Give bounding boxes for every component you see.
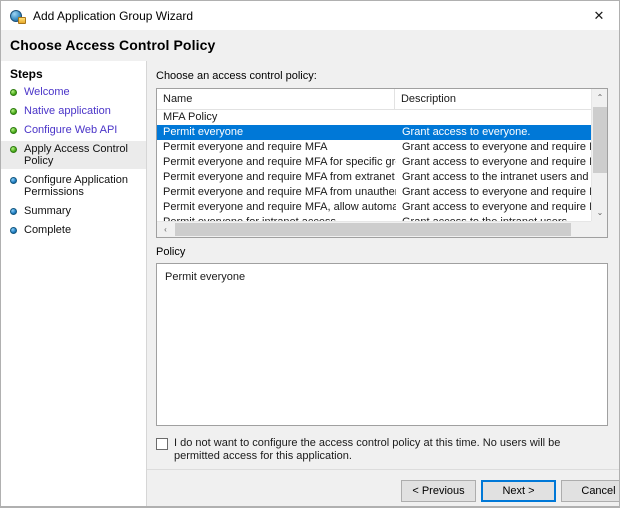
cell-description: Grant access to the intranet users and r…	[402, 171, 592, 183]
cancel-button[interactable]: Cancel	[561, 480, 619, 502]
body-area: Steps Welcome Native application Configu…	[1, 61, 619, 469]
table-row[interactable]: Permit everyone and require MFA Grant ac…	[157, 140, 592, 155]
scroll-left-icon[interactable]: ‹	[157, 222, 174, 237]
policy-group-label: Policy	[156, 246, 186, 258]
list-rows: MFA Policy Permit everyone Grant access …	[157, 110, 592, 222]
sidebar-item-configure-web-api[interactable]: Configure Web API	[1, 122, 146, 138]
cell-description: Grant access to everyone.	[402, 126, 531, 138]
scroll-up-icon[interactable]: ⌃	[592, 89, 607, 106]
horizontal-scrollbar-thumb[interactable]	[175, 223, 571, 236]
step-bullet-icon	[10, 208, 17, 215]
policy-list-view[interactable]: Name Description MFA Policy Permit every…	[156, 88, 608, 238]
title-bar: Add Application Group Wizard ✕	[1, 1, 619, 30]
step-bullet-icon	[10, 108, 17, 115]
column-header-name[interactable]: Name	[157, 89, 395, 110]
step-bullet-icon	[10, 177, 17, 184]
footer-sidebar-filler	[1, 469, 147, 507]
cell-description	[396, 110, 592, 125]
sidebar-item-label: Apply Access Control Policy	[24, 143, 128, 167]
cell-description: Grant access to everyone and require MFA…	[402, 156, 592, 168]
sidebar-item-apply-access-control-policy[interactable]: Apply Access Control Policy	[1, 141, 146, 169]
cell-description: Grant access to everyone and require MFA…	[402, 201, 592, 213]
steps-sidebar: Steps Welcome Native application Configu…	[1, 61, 147, 469]
table-row[interactable]: Permit everyone Grant access to everyone…	[157, 125, 592, 140]
skip-policy-checkbox[interactable]	[156, 438, 168, 450]
sidebar-item-label: Native application	[24, 105, 111, 117]
window-bottom-edge	[1, 506, 619, 507]
sidebar-item-complete[interactable]: Complete	[1, 222, 146, 238]
policy-detail-text: Permit everyone	[165, 271, 246, 283]
wizard-window: Add Application Group Wizard ✕ Choose Ac…	[0, 0, 620, 508]
skip-policy-checkbox-label: I do not want to configure the access co…	[174, 437, 561, 462]
step-bullet-icon	[10, 227, 17, 234]
sidebar-item-label: Welcome	[24, 86, 70, 98]
scrollbar-corner	[591, 221, 607, 237]
steps-heading: Steps	[10, 67, 43, 81]
sidebar-item-summary[interactable]: Summary	[1, 203, 146, 219]
sidebar-item-label: Summary	[24, 205, 72, 217]
step-bullet-icon	[10, 127, 17, 134]
sidebar-item-configure-application-permissions[interactable]: Configure Application Permissions	[1, 172, 146, 200]
sidebar-item-label: Complete	[24, 224, 72, 236]
cell-name: Permit everyone and require MFA	[163, 141, 328, 153]
cell-name: MFA Policy	[163, 111, 218, 123]
sidebar-item-welcome[interactable]: Welcome	[1, 84, 146, 100]
list-caption: Choose an access control policy:	[156, 70, 317, 82]
sidebar-item-label: Configure Web API	[24, 124, 118, 136]
previous-button[interactable]: < Previous	[401, 480, 476, 502]
table-row[interactable]: Permit everyone and require MFA for spec…	[157, 155, 592, 170]
sidebar-item-native-application[interactable]: Native application	[1, 103, 146, 119]
vertical-scrollbar-thumb[interactable]	[593, 107, 607, 173]
close-icon[interactable]: ✕	[577, 1, 619, 30]
list-header: Name Description	[157, 89, 607, 110]
scroll-down-icon[interactable]: ⌄	[592, 204, 607, 221]
skip-policy-checkbox-row[interactable]: I do not want to configure the access co…	[156, 437, 612, 463]
footer-bar: < Previous Next > Cancel	[147, 469, 619, 507]
cell-name: Permit everyone and require MFA, allow a…	[163, 201, 396, 213]
vertical-scrollbar[interactable]: ⌃ ⌄	[591, 89, 607, 237]
content-panel: Choose an access control policy: Name De…	[147, 61, 619, 469]
cell-description: Grant access to everyone and require MFA…	[402, 141, 592, 153]
next-button[interactable]: Next >	[481, 480, 556, 502]
cell-name: Permit everyone and require MFA from una…	[163, 186, 396, 198]
cell-name: Permit everyone	[163, 126, 244, 138]
cell-description: Grant access to everyone and require MFA…	[402, 186, 592, 198]
window-title: Add Application Group Wizard	[33, 8, 194, 23]
cell-name: Permit everyone and require MFA for spec…	[163, 156, 396, 168]
cell-name: Permit everyone and require MFA from ext…	[163, 171, 396, 183]
column-header-description[interactable]: Description	[395, 89, 591, 110]
step-bullet-icon	[10, 146, 17, 153]
page-title: Choose Access Control Policy	[10, 37, 216, 53]
horizontal-scrollbar[interactable]: ‹ ›	[157, 221, 607, 237]
sidebar-item-label: Configure Application Permissions	[24, 174, 128, 198]
table-row[interactable]: Permit everyone and require MFA from ext…	[157, 170, 592, 185]
table-row[interactable]: MFA Policy	[157, 110, 592, 125]
application-group-icon	[10, 8, 26, 24]
policy-detail-box: Permit everyone	[156, 263, 608, 426]
step-bullet-icon	[10, 89, 17, 96]
table-row[interactable]: Permit everyone and require MFA from una…	[157, 185, 592, 200]
table-row[interactable]: Permit everyone and require MFA, allow a…	[157, 200, 592, 215]
